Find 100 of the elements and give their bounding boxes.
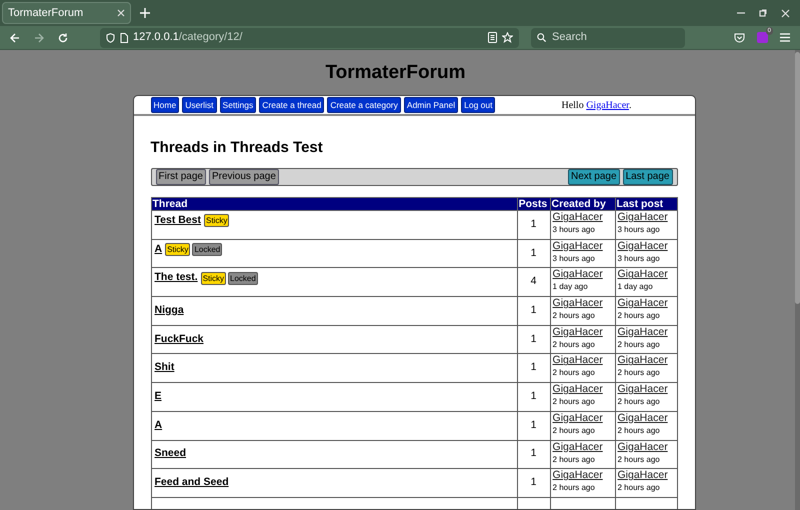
site-title: TormaterForum [325, 61, 466, 85]
column-header: Thread [151, 198, 518, 210]
browser-tab[interactable]: TormaterForum [2, 2, 131, 24]
nav-button[interactable]: Home [150, 97, 180, 113]
nav-button[interactable]: Create a thread [259, 97, 324, 113]
timestamp: 2 hours ago [618, 454, 661, 464]
page-icon [120, 32, 128, 42]
table-cell: 4 [517, 268, 550, 297]
forward-arrow-icon[interactable] [34, 32, 44, 42]
user-link[interactable]: GigaHacer [618, 354, 674, 368]
table-cell: 1 [517, 296, 550, 326]
thread-link[interactable]: A [154, 418, 162, 434]
page-button[interactable]: Next page [568, 169, 620, 185]
user-link[interactable]: GigaHacer [552, 297, 612, 310]
nav-button[interactable]: Create a category [327, 97, 401, 113]
user-link[interactable]: GigaHacer [552, 211, 612, 224]
timestamp: 2 hours ago [618, 396, 661, 408]
user-link[interactable]: GigaHacer [552, 354, 612, 368]
reload-icon[interactable] [58, 32, 68, 42]
user-link[interactable]: GigaHacer [618, 440, 674, 454]
timestamp: 3 hours ago [552, 224, 596, 235]
timestamp: 2 hours ago [552, 338, 596, 350]
badge: Locked [228, 272, 258, 285]
search-icon [537, 33, 546, 42]
thread-link[interactable]: Sneed [154, 446, 186, 462]
timestamp: 3 hours ago [618, 252, 661, 264]
scrollbar[interactable] [795, 50, 800, 510]
column-header: Created by [550, 198, 615, 210]
back-arrow-icon[interactable] [10, 32, 20, 42]
nav-button[interactable]: Settings [220, 97, 256, 113]
timestamp: 3 hours ago [552, 252, 596, 264]
timestamp: 2 hours ago [552, 454, 596, 464]
table-cell: 1 [517, 411, 550, 440]
user-link[interactable]: GigaHacer [552, 412, 612, 425]
table-cell: 1 [517, 440, 550, 469]
table-cell: 1 [517, 210, 550, 240]
thread-link[interactable]: The test. [154, 270, 198, 286]
url-text[interactable]: 127.0.0.1/category/12/ [133, 29, 242, 46]
pocket-icon[interactable] [734, 32, 745, 42]
user-link[interactable]: GigaHacer [618, 412, 674, 425]
user-link[interactable]: GigaHacer [618, 240, 674, 253]
address-bar[interactable]: 127.0.0.1/category/12/ [100, 28, 519, 48]
user-link[interactable]: GigaHacer [618, 268, 674, 282]
table-cell: 1 [517, 239, 550, 268]
timestamp: 1 day ago [618, 281, 654, 292]
timestamp: 2 hours ago [618, 310, 661, 322]
shield-icon [106, 32, 115, 42]
timestamp: 2 hours ago [552, 367, 596, 378]
user-link[interactable]: GigaHacer [618, 326, 674, 339]
greeting-text: Hello GigaHacer. [561, 98, 632, 112]
thread-link[interactable]: FuckFuck [154, 332, 204, 348]
page-button[interactable]: First page [156, 169, 206, 185]
badge: Locked [192, 243, 222, 256]
timestamp: 2 hours ago [552, 396, 596, 408]
user-link[interactable]: GigaHacer [618, 383, 674, 396]
column-header: Posts [517, 198, 550, 210]
thread-link[interactable]: Feed and Seed [154, 475, 229, 491]
nav-button[interactable]: Admin Panel [404, 97, 458, 113]
star-icon[interactable] [502, 32, 513, 43]
reader-view-icon[interactable] [488, 32, 497, 43]
thread-link[interactable]: Nigga [154, 303, 184, 319]
badge: Sticky [200, 272, 226, 285]
new-tab-icon[interactable] [140, 8, 150, 18]
badge: Sticky [204, 214, 230, 228]
user-link[interactable]: GigaHacer [552, 469, 612, 482]
timestamp: 2 hours ago [552, 310, 596, 322]
page-button[interactable]: Last page [622, 169, 672, 185]
user-link[interactable]: GigaHacer [618, 469, 674, 482]
nav-button[interactable]: Userlist [182, 97, 217, 113]
user-link[interactable]: GigaHacer [618, 211, 674, 224]
thread-link[interactable]: E [154, 389, 162, 405]
user-link[interactable]: GigaHacer [586, 100, 629, 110]
thread-link[interactable]: A [154, 242, 162, 258]
page-heading: Threads in Threads Test [150, 138, 324, 158]
timestamp: 2 hours ago [618, 338, 661, 350]
page-button[interactable]: Previous page [208, 169, 279, 185]
timestamp: 2 hours ago [618, 482, 661, 494]
thread-link[interactable]: Shit [154, 360, 174, 376]
badge: Sticky [165, 243, 190, 256]
table-cell: 1 [517, 354, 550, 383]
user-link[interactable]: GigaHacer [552, 383, 612, 396]
menu-icon[interactable] [780, 33, 790, 42]
table-cell: 1 [517, 325, 550, 354]
restore-icon[interactable] [759, 9, 767, 17]
nav-button[interactable]: Log out [461, 97, 496, 113]
timestamp: 2 hours ago [552, 482, 596, 494]
close-icon[interactable] [781, 8, 790, 18]
column-header: Last post [615, 198, 677, 210]
user-link[interactable]: GigaHacer [618, 297, 674, 310]
timestamp: 1 day ago [552, 281, 589, 292]
timestamp: 2 hours ago [618, 424, 661, 436]
user-link[interactable]: GigaHacer [552, 440, 612, 454]
user-link[interactable]: GigaHacer [552, 240, 612, 253]
user-link[interactable]: GigaHacer [552, 268, 612, 282]
thread-link[interactable]: Test Best [154, 213, 201, 229]
close-icon[interactable] [117, 9, 125, 17]
search-field[interactable]: Search [531, 28, 685, 48]
user-link[interactable]: GigaHacer [552, 326, 612, 339]
table-cell: 1 [517, 468, 550, 498]
timestamp: 2 hours ago [552, 424, 596, 436]
